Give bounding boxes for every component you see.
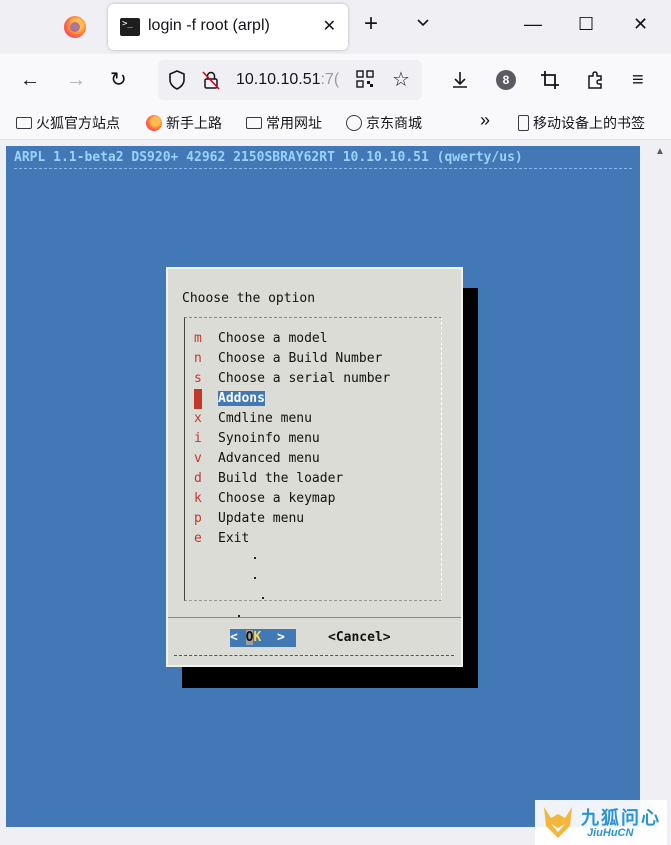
terminal-header: ARPL 1.1-beta2 DS920+ 42962 2150SBRAY62R…	[14, 150, 523, 165]
globe-icon	[346, 115, 362, 131]
phone-icon	[518, 115, 529, 131]
terminal-screen[interactable]: ARPL 1.1-beta2 DS920+ 42962 2150SBRAY62R…	[6, 146, 640, 827]
menu-item-build-number[interactable]: n Choose a Build Number	[194, 349, 382, 369]
reload-button[interactable]: ↻	[110, 68, 127, 92]
site-watermark: 九狐问心 JiuHuCN	[535, 800, 667, 845]
menu-item-cmdline[interactable]: x Cmdline menu	[194, 409, 312, 429]
terminal-favicon-icon: >_	[120, 18, 140, 36]
maximize-button[interactable]: ☐	[578, 14, 594, 34]
option-dialog: Choose the option m Choose a model n Choos…	[166, 267, 463, 667]
bookmark-star-icon[interactable]: ☆	[392, 67, 410, 92]
qr-code-icon[interactable]	[356, 70, 374, 88]
dialog-title: Choose the option	[182, 291, 316, 306]
fox-logo-icon	[544, 807, 572, 838]
render-artifact	[254, 577, 256, 579]
app-menu-icon[interactable]: ≡	[632, 68, 644, 92]
minimize-button[interactable]: —	[524, 14, 542, 34]
bookmark-common-sites[interactable]: 常用网址	[246, 114, 322, 132]
menu-item-choose-model[interactable]: m Choose a model	[194, 329, 328, 349]
tab-active[interactable]: >_ login -f root (arpl) ✕	[108, 4, 348, 50]
bookmark-firefox-official[interactable]: 火狐官方站点	[16, 114, 120, 132]
forward-button[interactable]: →	[66, 68, 86, 92]
tab-strip: >_ login -f root (arpl) ✕ + — ☐ ✕	[0, 0, 671, 54]
folder-icon	[246, 117, 262, 129]
back-button[interactable]: ←	[20, 68, 40, 92]
nav-bar: ← → ↻ 10.10.10.51:7( ☆ 8 ≡	[0, 54, 671, 108]
menu-item-exit[interactable]: e Exit	[194, 529, 249, 549]
render-artifact	[254, 557, 256, 559]
extensions-puzzle-icon[interactable]	[586, 70, 606, 90]
mobile-bookmarks[interactable]: 移动设备上的书签	[518, 114, 645, 132]
render-artifact	[262, 597, 264, 599]
url-text[interactable]: 10.10.10.51:7(	[236, 71, 339, 89]
menu-item-advanced[interactable]: v Advanced menu	[194, 449, 320, 469]
new-tab-button[interactable]: +	[364, 12, 378, 36]
tab-list-chevron-icon[interactable]	[416, 16, 430, 30]
menu-item-update[interactable]: p Update menu	[194, 509, 304, 529]
dialog-divider	[168, 617, 461, 618]
screenshot-crop-icon[interactable]	[540, 70, 560, 90]
close-window-button[interactable]: ✕	[633, 14, 648, 34]
menu-item-addons[interactable]: a Addons	[194, 389, 265, 409]
tab-title: login -f root (arpl)	[148, 17, 270, 34]
dialog-bottom-border	[174, 655, 454, 656]
insecure-lock-icon[interactable]	[202, 70, 220, 90]
menu-item-keymap[interactable]: k Choose a keymap	[194, 489, 335, 509]
menu-item-synoinfo[interactable]: i Synoinfo menu	[194, 429, 320, 449]
bookmark-getting-started[interactable]: 新手上路	[146, 114, 222, 132]
cancel-button[interactable]: <Cancel>	[328, 629, 391, 647]
firefox-icon	[146, 115, 162, 131]
bookmarks-overflow-chevron[interactable]: »	[480, 111, 490, 129]
menu-item-build-loader[interactable]: d Build the loader	[194, 469, 343, 489]
firefox-view-icon[interactable]	[64, 16, 86, 38]
menu-item-serial-number[interactable]: s Choose a serial number	[194, 369, 390, 389]
watermark-en-text: JiuHuCN	[587, 827, 634, 839]
tab-close-icon[interactable]: ✕	[323, 16, 336, 36]
scrollbar-up-arrow[interactable]: ▲	[653, 146, 667, 158]
bookmark-jd-mall[interactable]: 京东商城	[346, 114, 422, 132]
folder-icon	[16, 117, 32, 129]
downloads-icon[interactable]	[450, 70, 470, 90]
bookmarks-bar: 火狐官方站点 新手上路 常用网址 京东商城 » 移动设备上的书签	[0, 108, 671, 140]
header-divider	[14, 168, 632, 169]
shield-icon[interactable]	[168, 70, 186, 90]
url-bar[interactable]: 10.10.10.51:7( ☆	[158, 60, 422, 100]
account-badge[interactable]: 8	[496, 70, 516, 90]
ok-button[interactable]: < OK >	[230, 629, 296, 647]
